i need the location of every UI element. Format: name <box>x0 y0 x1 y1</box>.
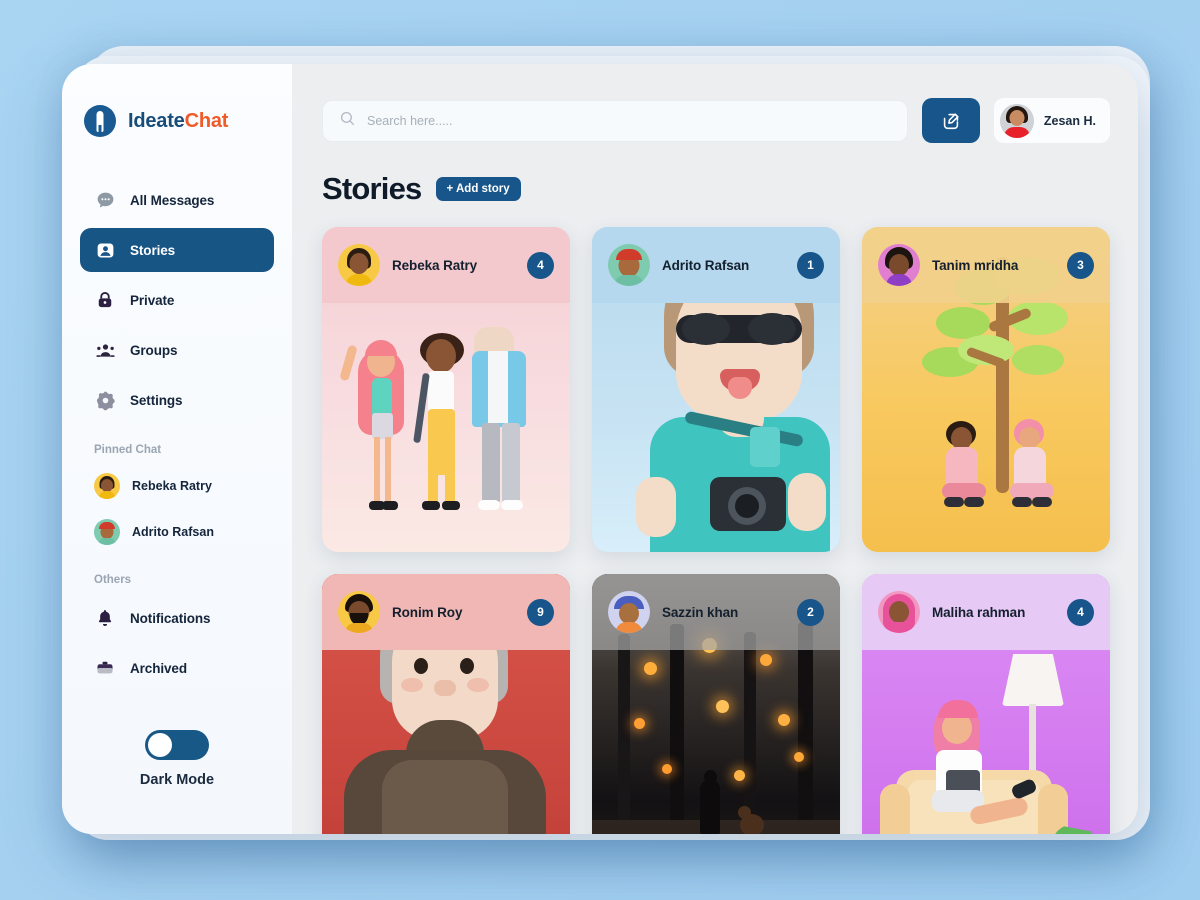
story-card[interactable]: Maliha rahman 4 <box>862 574 1110 834</box>
pinned-chat-item[interactable]: Adrito Rafsan <box>80 512 274 552</box>
story-card[interactable]: Tanim mridha 3 <box>862 227 1110 552</box>
compose-button[interactable] <box>921 98 980 143</box>
avatar <box>878 591 920 633</box>
brand-name-part2: Chat <box>184 109 229 132</box>
sidebar-item-stories[interactable]: Stories <box>80 228 274 272</box>
story-card-header: Ronim Roy 9 <box>322 574 570 650</box>
edit-pencil-icon <box>943 112 959 129</box>
app-window: IdeateChat All Messages Stories Private … <box>62 64 1138 834</box>
sidebar-item-label: Notifications <box>130 610 211 626</box>
bell-icon <box>94 607 116 629</box>
sidebar-item-notifications[interactable]: Notifications <box>80 596 274 640</box>
avatar <box>94 473 120 499</box>
avatar <box>608 591 650 633</box>
pinned-chat-item[interactable]: Rebeka Ratry <box>80 466 274 506</box>
pinned-chat-name: Adrito Rafsan <box>132 525 214 539</box>
sidebar-item-label: Stories <box>130 242 176 258</box>
story-card[interactable]: Rebeka Ratry 4 <box>322 227 570 552</box>
toggle-knob <box>148 733 172 757</box>
story-card-header: Adrito Rafsan 1 <box>592 227 840 303</box>
briefcase-icon <box>94 657 116 679</box>
story-unread-badge: 9 <box>527 598 554 626</box>
dark-mode-label: Dark Mode <box>139 772 215 788</box>
brand-name: IdeateChat <box>128 110 228 133</box>
story-card-name: Maliha rahman <box>932 604 1026 620</box>
story-card[interactable]: Ronim Roy 9 <box>322 574 570 834</box>
sidebar-item-label: Groups <box>130 342 178 358</box>
story-card-name: Rebeka Ratry <box>392 257 478 273</box>
dark-mode-control: Dark Mode <box>62 730 292 788</box>
story-card[interactable]: Adrito Rafsan 1 <box>592 227 840 552</box>
sidebar-item-private[interactable]: Private <box>80 278 274 322</box>
avatar <box>338 591 380 633</box>
brand: IdeateChat <box>62 98 292 144</box>
add-story-button[interactable]: + Add story <box>435 177 521 201</box>
image-person-icon <box>94 239 116 261</box>
feather-logo-icon <box>84 105 116 137</box>
stories-grid: Rebeka Ratry 4 Adrito Rafsan 1 Tanim mri… <box>322 227 1110 834</box>
sidebar-item-all-messages[interactable]: All Messages <box>80 178 274 222</box>
avatar <box>94 519 120 545</box>
sidebar-item-label: All Messages <box>130 192 215 208</box>
pinned-chat-name: Rebeka Ratry <box>132 479 212 493</box>
search-icon <box>339 110 356 132</box>
dark-mode-toggle[interactable] <box>145 730 209 760</box>
gear-icon <box>94 389 116 411</box>
chat-bubble-icon <box>94 189 116 211</box>
avatar <box>608 244 650 286</box>
sidebar-item-label: Archived <box>130 660 187 676</box>
sidebar-nav: All Messages Stories Private Groups Sett… <box>62 178 292 428</box>
story-unread-badge: 4 <box>527 251 554 279</box>
story-card-name: Tanim mridha <box>932 257 1019 273</box>
lock-icon <box>94 289 116 311</box>
search-bar[interactable] <box>322 99 908 142</box>
story-card-header: Rebeka Ratry 4 <box>322 227 570 303</box>
avatar <box>999 103 1034 138</box>
story-card-header: Tanim mridha 3 <box>862 227 1110 303</box>
avatar <box>878 244 920 286</box>
topbar: Zesan H. <box>322 98 1110 143</box>
search-input[interactable] <box>367 113 891 128</box>
story-card-header: Sazzin khan 2 <box>592 574 840 650</box>
sidebar-item-settings[interactable]: Settings <box>80 378 274 422</box>
main-content: Zesan H. Stories + Add story <box>292 64 1138 834</box>
page-title: Stories <box>322 171 422 206</box>
sidebar-item-groups[interactable]: Groups <box>80 328 274 372</box>
story-unread-badge: 4 <box>1067 598 1094 626</box>
story-card-header: Maliha rahman 4 <box>862 574 1110 650</box>
story-unread-badge: 3 <box>1067 251 1094 279</box>
story-unread-badge: 2 <box>797 598 824 626</box>
brand-name-part1: Ideate <box>128 109 185 132</box>
story-unread-badge: 1 <box>797 251 824 279</box>
sidebar-item-label: Settings <box>130 392 183 408</box>
sidebar: IdeateChat All Messages Stories Private … <box>62 64 292 834</box>
user-profile-name: Zesan H. <box>1043 113 1096 128</box>
story-card-name: Sazzin khan <box>662 604 739 620</box>
people-group-icon <box>94 339 116 361</box>
sidebar-item-archived[interactable]: Archived <box>80 646 274 690</box>
story-card-name: Adrito Rafsan <box>662 257 750 273</box>
pinned-chat-section-label: Pinned Chat <box>94 444 162 456</box>
avatar <box>338 244 380 286</box>
story-card-name: Ronim Roy <box>392 604 463 620</box>
user-profile-button[interactable]: Zesan H. <box>993 98 1110 143</box>
page-header: Stories + Add story <box>322 171 1110 207</box>
story-card[interactable]: Sazzin khan 2 <box>592 574 840 834</box>
sidebar-item-label: Private <box>130 292 175 308</box>
others-section-label: Others <box>94 574 132 586</box>
